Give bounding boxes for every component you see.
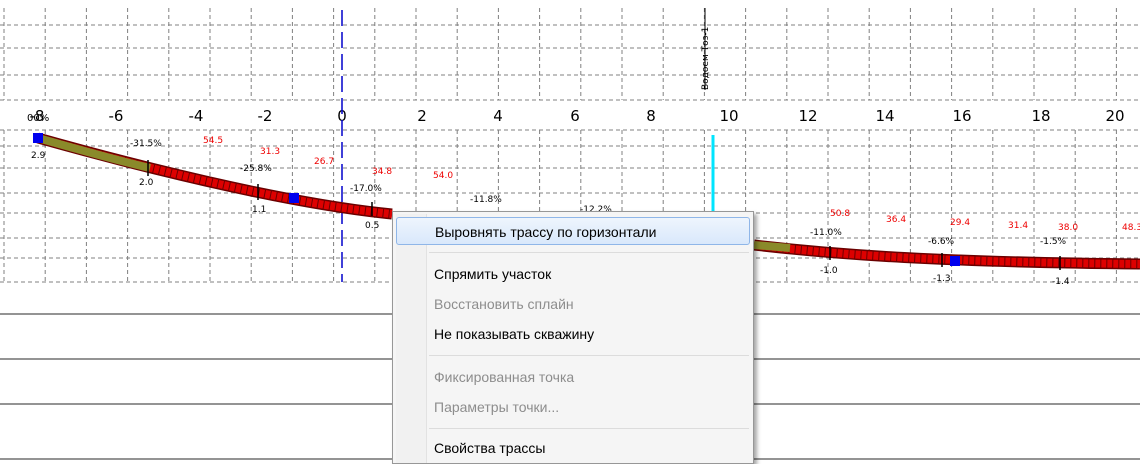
x-axis-labels: 00% -8 -6 -4 -2 0 2 4 6 8 10 12 14 16 18 20 xyxy=(27,107,1125,125)
depth-label: 2.9 xyxy=(31,151,46,161)
slope-label: -6.6% xyxy=(928,237,955,247)
x-tick-label: 2 xyxy=(417,107,427,125)
slope-label: -11.8% xyxy=(470,195,502,205)
slope-label: -11.0% xyxy=(810,228,842,238)
menu-item-point-params[interactable]: Параметры точки... xyxy=(396,393,750,421)
depth-label: -1.3 xyxy=(933,274,951,284)
angle-label: 38.0 xyxy=(1058,223,1078,233)
angle-label: 26.7 xyxy=(314,157,334,167)
menu-item-straighten-segment[interactable]: Спрямить участок xyxy=(396,260,750,288)
x-tick-label: 16 xyxy=(952,107,971,125)
angle-label: 54.5 xyxy=(203,136,223,146)
obstacle-label: Водоем Тоз-1 xyxy=(701,27,711,90)
x-tick-label: 14 xyxy=(875,107,894,125)
context-menu: Выровнять трассу по горизонтали Спрямить… xyxy=(392,211,754,464)
angle-label: 50.8 xyxy=(830,209,850,219)
slope-label: -17.0% xyxy=(350,184,382,194)
depth-label: 2.0 xyxy=(139,178,154,188)
angle-label: 36.4 xyxy=(886,215,906,225)
x-tick-label: 4 xyxy=(493,107,503,125)
route-segment-yellow xyxy=(753,241,791,252)
slope-label: -25.8% xyxy=(240,164,272,174)
x-tick-label: -6 xyxy=(109,107,124,125)
depth-label: -1.4 xyxy=(1052,277,1070,287)
depth-label: 1.1 xyxy=(252,205,266,215)
angle-label: 31.3 xyxy=(260,147,280,157)
route-node[interactable] xyxy=(289,193,299,203)
x-tick-label: 18 xyxy=(1031,107,1050,125)
x-tick-label: 6 xyxy=(570,107,580,125)
menu-item-route-properties[interactable]: Свойства трассы xyxy=(396,434,750,462)
menu-item-align-horizontal[interactable]: Выровнять трассу по горизонтали xyxy=(396,217,750,245)
angle-label: 54.0 xyxy=(433,171,453,181)
depth-label: 0.5 xyxy=(365,221,379,231)
route-node[interactable] xyxy=(33,133,43,143)
depth-label: -1.0 xyxy=(820,266,838,276)
menu-item-fixed-point[interactable]: Фиксированная точка xyxy=(396,363,750,391)
menu-separator xyxy=(429,252,749,253)
route-node[interactable] xyxy=(950,256,960,266)
menu-item-hide-well[interactable]: Не показывать скважину xyxy=(396,320,750,348)
x-tick-label: 10 xyxy=(719,107,738,125)
angle-label: 29.4 xyxy=(950,218,970,228)
slope-label: -1.5% xyxy=(1040,237,1067,247)
angle-label: 31.4 xyxy=(1008,221,1028,231)
x-tick-label: -8 xyxy=(30,107,45,125)
x-tick-label: -2 xyxy=(258,107,273,125)
angle-label: 34.8 xyxy=(372,167,392,177)
x-tick-label: 8 xyxy=(646,107,656,125)
slope-label: -31.5% xyxy=(130,139,162,149)
angle-label: 48.3 xyxy=(1122,223,1140,233)
x-tick-label: 12 xyxy=(798,107,817,125)
menu-separator xyxy=(429,355,749,356)
x-tick-label: 20 xyxy=(1105,107,1124,125)
menu-item-restore-spline[interactable]: Восстановить сплайн xyxy=(396,290,750,318)
menu-separator xyxy=(429,428,749,429)
x-tick-label: -4 xyxy=(189,107,204,125)
